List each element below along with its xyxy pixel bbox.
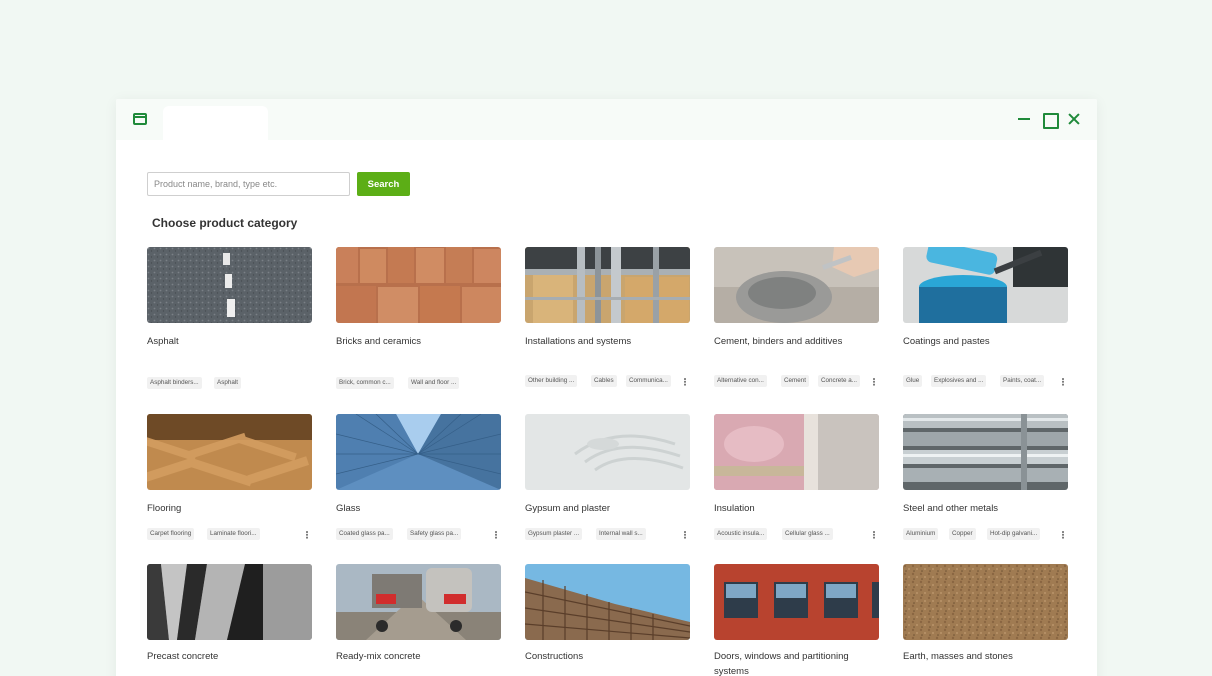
cement-image[interactable] — [714, 247, 879, 323]
category-name[interactable]: Precast concrete — [147, 649, 312, 664]
coatings-image[interactable] — [903, 247, 1068, 323]
close-icon[interactable] — [1065, 110, 1083, 128]
category-card-flooring[interactable]: Flooring Carpet flooring Laminate floori… — [147, 414, 312, 540]
precast-concrete-image[interactable] — [147, 564, 312, 640]
tag-list: Aluminium Copper Hot-dip galvani... — [903, 528, 1068, 542]
tag[interactable]: Copper — [949, 528, 976, 540]
more-vertical-icon[interactable] — [493, 530, 498, 539]
more-vertical-icon[interactable] — [682, 530, 687, 539]
category-name[interactable]: Flooring — [147, 501, 312, 516]
category-card-steel-and-other-metals[interactable]: Steel and other metals Aluminium Copper … — [903, 414, 1068, 540]
category-card-installations-and-systems[interactable]: Installations and systems Other building… — [525, 247, 690, 387]
tag-list: Brick, common c... Wall and floor ... — [336, 377, 501, 391]
maximize-icon[interactable] — [1040, 110, 1059, 129]
tag[interactable]: Brick, common c... — [336, 377, 394, 389]
tag[interactable]: Gypsum plaster ... — [525, 528, 583, 540]
category-name[interactable]: Insulation — [714, 501, 879, 516]
tag[interactable]: Carpet flooring — [147, 528, 195, 540]
category-card-coatings-and-pastes[interactable]: Coatings and pastes Glue Explosives and … — [903, 247, 1068, 387]
category-name[interactable]: Earth, masses and stones — [903, 649, 1068, 664]
tag-list: Glue Explosives and ... Paints, coat... — [903, 375, 1068, 389]
doors-windows-image[interactable] — [714, 564, 879, 640]
ready-mix-concrete-image[interactable] — [336, 564, 501, 640]
tag[interactable]: Paints, coat... — [1000, 375, 1045, 387]
bricks-image[interactable] — [336, 247, 501, 323]
steel-image[interactable] — [903, 414, 1068, 490]
category-card-insulation[interactable]: Insulation Acoustic insula... Cellular g… — [714, 414, 879, 540]
window-icon — [133, 113, 147, 125]
category-name[interactable]: Coatings and pastes — [903, 334, 1068, 349]
tag[interactable]: Communica... — [626, 375, 671, 387]
tag[interactable]: Hot-dip galvani... — [987, 528, 1041, 540]
category-card-bricks-and-ceramics[interactable]: Bricks and ceramics Brick, common c... W… — [336, 247, 501, 389]
insulation-image[interactable] — [714, 414, 879, 490]
category-card-doors-windows-and-partitioning-systems[interactable]: Doors, windows and partitioning systems — [714, 564, 879, 676]
tag-list: Alternative con... Cement Concrete a... — [714, 375, 879, 389]
more-vertical-icon[interactable] — [1060, 530, 1065, 539]
tag[interactable]: Asphalt binders... — [147, 377, 202, 389]
tag[interactable]: Asphalt — [214, 377, 242, 389]
more-vertical-icon[interactable] — [1060, 377, 1065, 386]
tag[interactable]: Other building ... — [525, 375, 578, 387]
flooring-image[interactable] — [147, 414, 312, 490]
tag[interactable]: Laminate floori... — [207, 528, 260, 540]
category-name[interactable]: Bricks and ceramics — [336, 334, 501, 349]
asphalt-image[interactable] — [147, 247, 312, 323]
tag[interactable]: Cellular glass ... — [782, 528, 833, 540]
category-card-constructions[interactable]: Constructions — [525, 564, 690, 662]
tag[interactable]: Acoustic insula... — [714, 528, 768, 540]
tag[interactable]: Concrete a... — [818, 375, 861, 387]
category-name[interactable]: Steel and other metals — [903, 501, 1068, 516]
category-name[interactable]: Gypsum and plaster — [525, 501, 690, 516]
section-title: Choose product category — [152, 216, 298, 230]
tag[interactable]: Explosives and ... — [931, 375, 987, 387]
category-card-glass[interactable]: Glass Coated glass pa... Safety glass pa… — [336, 414, 501, 540]
category-name[interactable]: Installations and systems — [525, 334, 690, 349]
tag[interactable]: Wall and floor ... — [408, 377, 460, 389]
glass-image[interactable] — [336, 414, 501, 490]
tag[interactable]: Cement — [781, 375, 810, 387]
installations-image[interactable] — [525, 247, 690, 323]
tag-list: Other building ... Cables Communica... — [525, 375, 690, 389]
tag-list: Coated glass pa... Safety glass pa... — [336, 528, 501, 542]
tag-list: Carpet flooring Laminate floori... — [147, 528, 312, 542]
category-name[interactable]: Asphalt — [147, 334, 312, 349]
search-button[interactable]: Search — [357, 172, 410, 196]
category-card-asphalt[interactable]: Asphalt Asphalt binders... Asphalt — [147, 247, 312, 389]
search-input[interactable] — [147, 172, 350, 196]
tag[interactable]: Coated glass pa... — [336, 528, 393, 540]
category-name[interactable]: Glass — [336, 501, 501, 516]
tag[interactable]: Safety glass pa... — [407, 528, 462, 540]
browser-tab[interactable] — [163, 106, 268, 140]
more-vertical-icon[interactable] — [304, 530, 309, 539]
tag[interactable]: Aluminium — [903, 528, 939, 540]
more-vertical-icon[interactable] — [682, 377, 687, 386]
category-name[interactable]: Ready-mix concrete — [336, 649, 501, 664]
category-name[interactable]: Doors, windows and partitioning systems — [714, 649, 879, 676]
tag-list: Acoustic insula... Cellular glass ... — [714, 528, 879, 542]
tag[interactable]: Glue — [903, 375, 923, 387]
gypsum-image[interactable] — [525, 414, 690, 490]
earth-image[interactable] — [903, 564, 1068, 640]
category-name[interactable]: Cement, binders and additives — [714, 334, 879, 349]
tag[interactable]: Internal wall s... — [596, 528, 646, 540]
constructions-image[interactable] — [525, 564, 690, 640]
tag-list: Gypsum plaster ... Internal wall s... — [525, 528, 690, 542]
tag-list: Asphalt binders... Asphalt — [147, 377, 312, 391]
app-window: Search Choose product category Asphalt A… — [116, 99, 1097, 676]
more-vertical-icon[interactable] — [871, 530, 876, 539]
category-card-cement-binders-and-additives[interactable]: Cement, binders and additives Alternativ… — [714, 247, 879, 387]
category-card-earth-masses-and-stones[interactable]: Earth, masses and stones — [903, 564, 1068, 662]
tag[interactable]: Alternative con... — [714, 375, 767, 387]
minimize-icon[interactable] — [1015, 110, 1033, 128]
tag[interactable]: Cables — [591, 375, 617, 387]
more-vertical-icon[interactable] — [871, 377, 876, 386]
title-bar — [116, 99, 1097, 140]
category-card-precast-concrete[interactable]: Precast concrete — [147, 564, 312, 662]
category-name[interactable]: Constructions — [525, 649, 690, 664]
category-card-gypsum-and-plaster[interactable]: Gypsum and plaster Gypsum plaster ... In… — [525, 414, 690, 540]
category-card-ready-mix-concrete[interactable]: Ready-mix concrete — [336, 564, 501, 662]
